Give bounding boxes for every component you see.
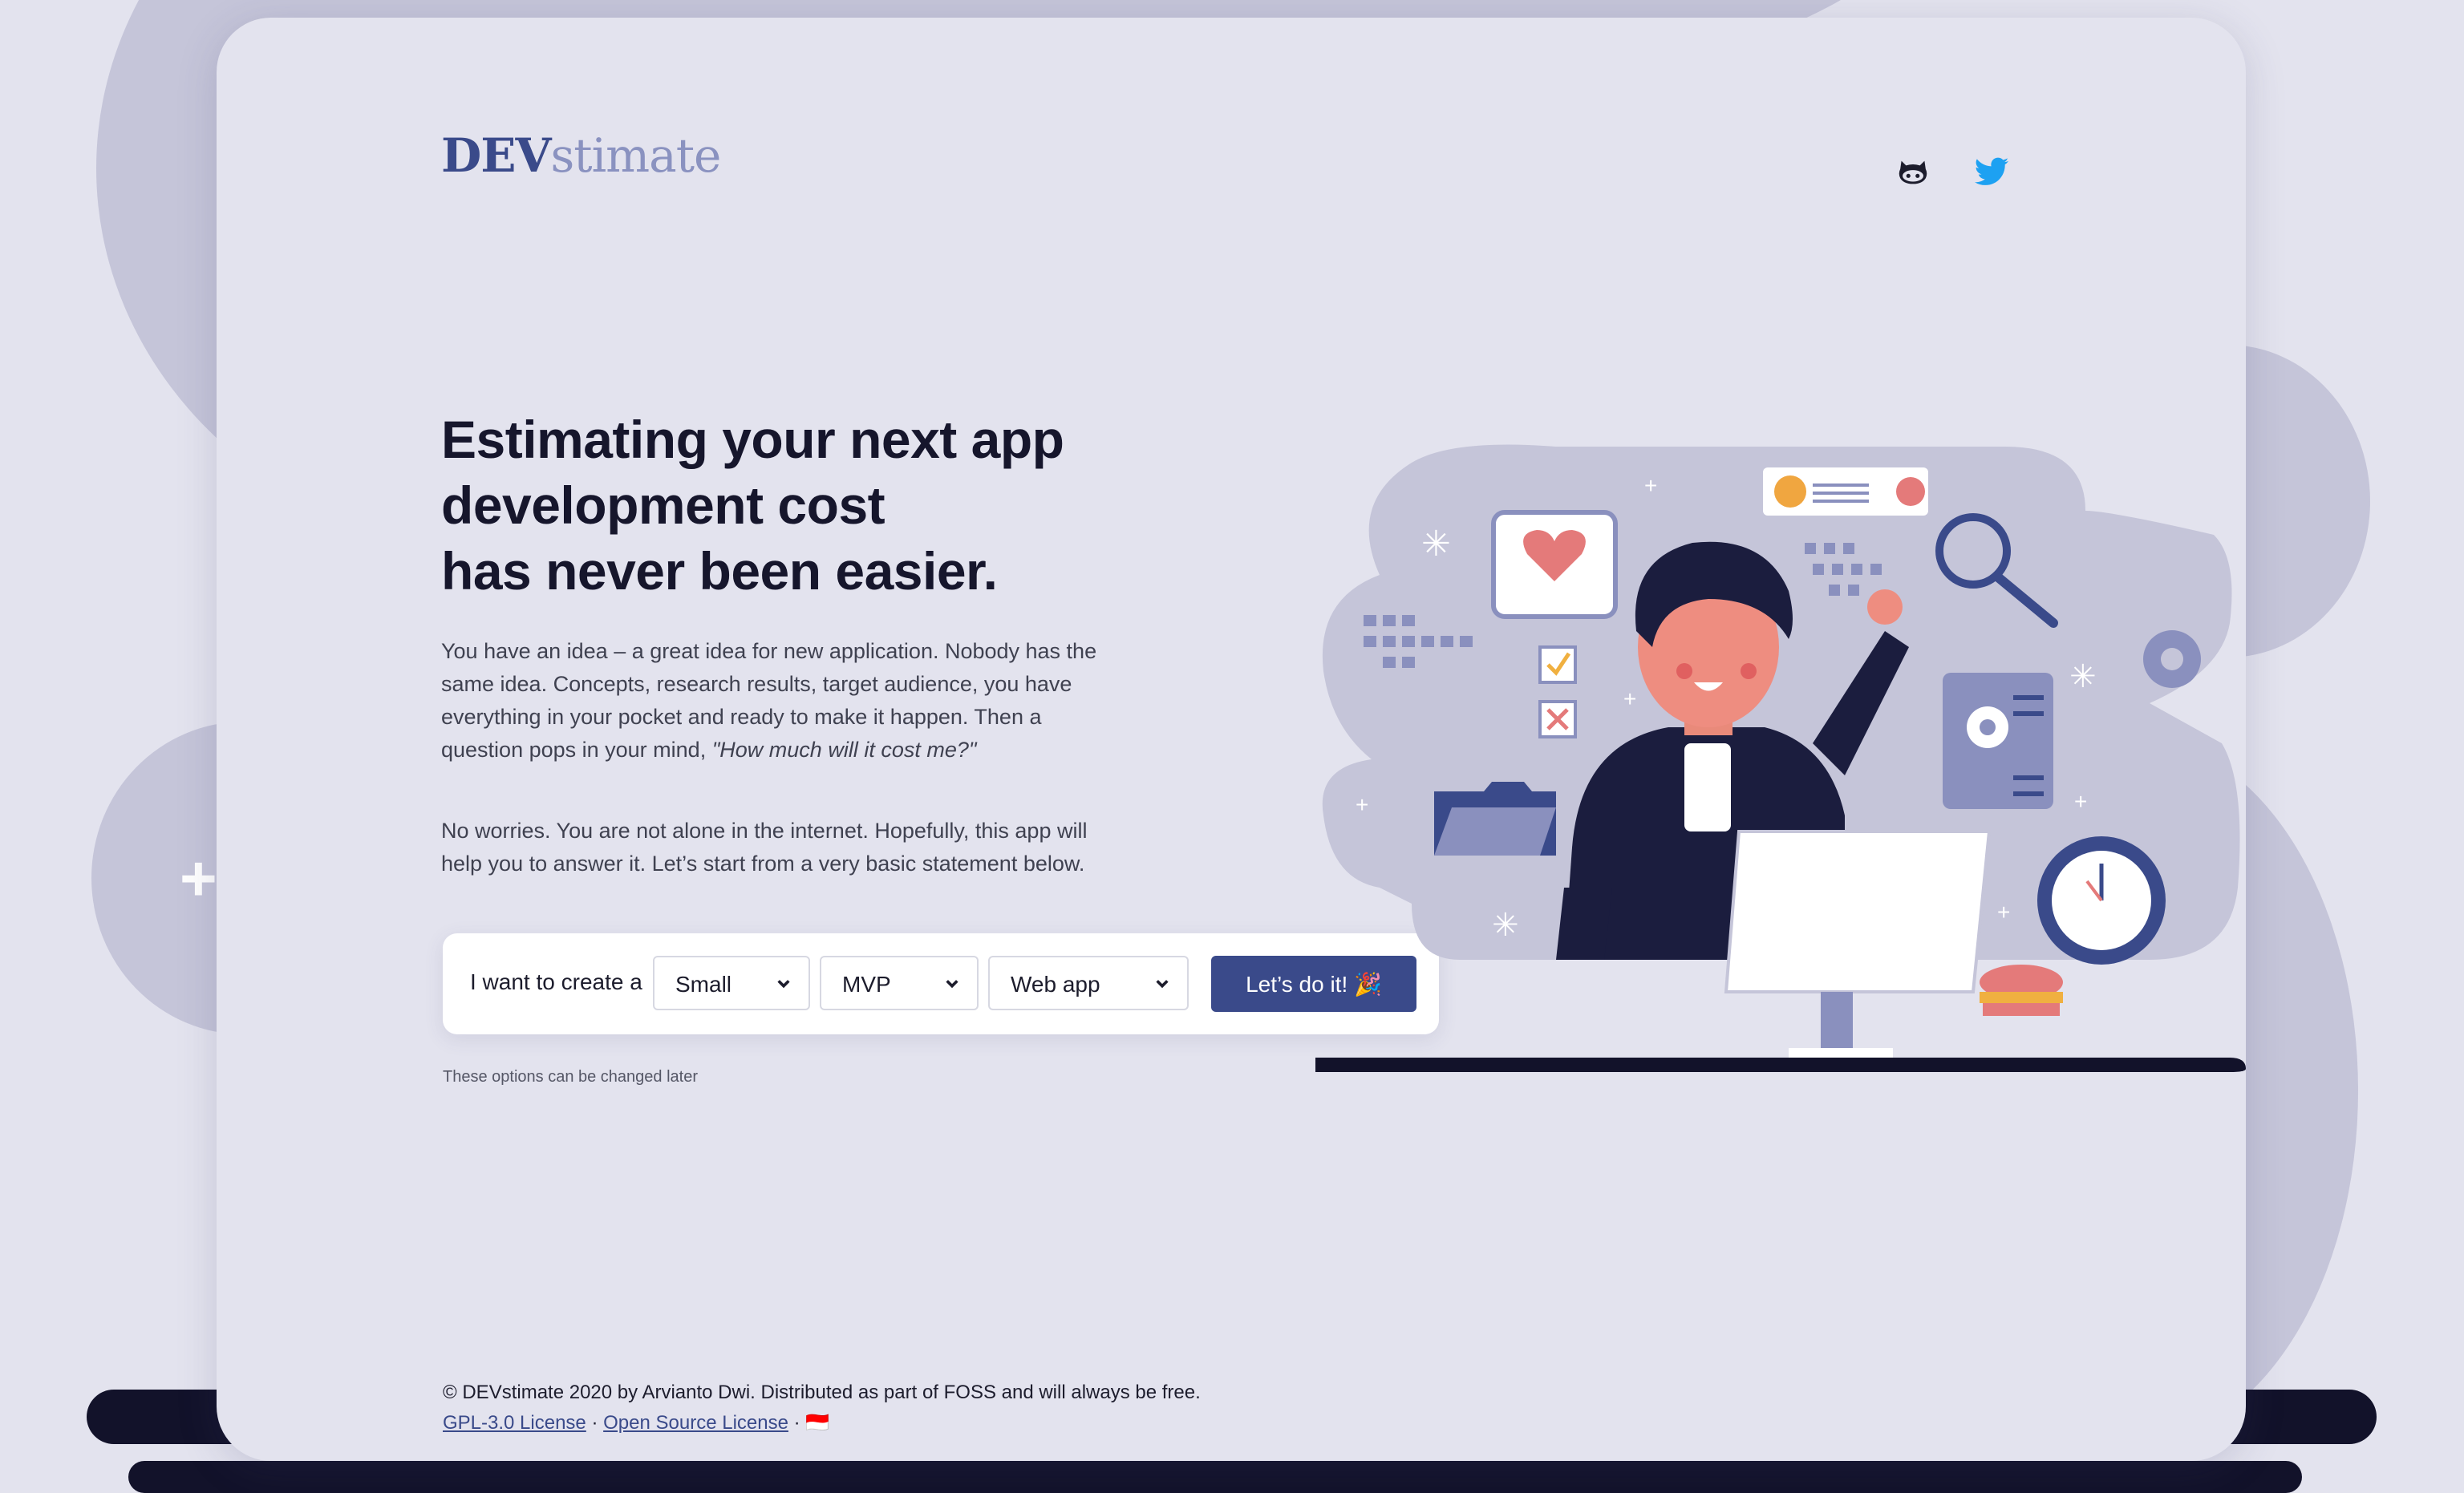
developer-illustration: ✳ ✳ ✳ + + + + + (1315, 444, 2246, 1072)
form-hint: These options can be changed later (443, 1068, 698, 1086)
app-size-select[interactable]: Small (653, 956, 810, 1010)
chevron-down-icon (777, 980, 790, 989)
background-dark-bar-lower (128, 1461, 2302, 1493)
svg-text:✳: ✳ (2069, 659, 2097, 694)
main-card: DEVstimate Estimating your next app deve… (217, 18, 2246, 1461)
app-platform-value: Web app (1011, 972, 1100, 997)
open-source-license-link[interactable]: Open Source License (603, 1412, 788, 1434)
page-title: Estimating your next app development cos… (441, 407, 1163, 604)
svg-text:+: + (1356, 792, 1368, 817)
clock-icon (2037, 836, 2166, 965)
logo[interactable]: DEVstimate (441, 128, 722, 183)
app-stage-select[interactable]: MVP (820, 956, 979, 1010)
heart-bubble-icon (1491, 510, 1618, 619)
copyright-text: © DEVstimate 2020 by Arvianto Dwi. Distr… (443, 1382, 1201, 1403)
monitor-icon (1724, 830, 1992, 1058)
plus-icon: + (180, 843, 217, 914)
logo-bold-text: DEV (441, 128, 552, 183)
form-label: I want to create a (470, 969, 642, 994)
svg-text:✳: ✳ (1421, 524, 1451, 564)
burger-icon (1980, 965, 2063, 1016)
app-size-value: Small (675, 972, 732, 997)
twitter-link[interactable] (1973, 154, 2010, 191)
chevron-down-icon (946, 980, 958, 989)
headline-line-2: development cost (441, 475, 886, 535)
intro-quote: "How much will it cost me?" (711, 738, 977, 762)
svg-text:✳: ✳ (1492, 908, 1519, 943)
chevron-down-icon (1156, 980, 1169, 989)
headline-line-1: Estimating your next app (441, 410, 1064, 469)
github-icon (1899, 160, 1927, 184)
folder-icon (1434, 782, 1556, 856)
gpl-license-link[interactable]: GPL-3.0 License (443, 1412, 586, 1434)
twitter-icon (1974, 157, 2009, 185)
footer-separator: · (591, 1412, 598, 1434)
svg-text:+: + (2074, 789, 2087, 814)
app-stage-value: MVP (842, 972, 891, 997)
svg-text:+: + (1623, 686, 1636, 711)
indonesia-flag-icon: 🇮🇩 (805, 1412, 830, 1434)
github-link[interactable] (1895, 154, 1931, 191)
footer-separator: · (793, 1412, 800, 1434)
footer: © DEVstimate 2020 by Arvianto Dwi. Distr… (443, 1378, 1201, 1438)
desk-bar (1315, 1058, 2246, 1072)
svg-text:+: + (1644, 473, 1657, 498)
reassurance-paragraph: No worries. You are not alone in the int… (441, 819, 1088, 876)
estimate-form: I want to create a Small MVP Web app Let… (443, 933, 1439, 1034)
logo-light-text: stimate (550, 128, 722, 183)
headline-line-3: has never been easier. (441, 541, 998, 601)
document-settings-icon (1943, 673, 2053, 809)
footer-links: GPL-3.0 License · Open Source License · … (443, 1408, 1201, 1438)
gear-icon (2143, 630, 2201, 688)
app-platform-select[interactable]: Web app (988, 956, 1189, 1010)
intro-paragraph: You have an idea – a great idea for new … (441, 635, 1099, 767)
profile-card-icon (1763, 467, 1928, 516)
svg-text:+: + (1997, 900, 2010, 925)
